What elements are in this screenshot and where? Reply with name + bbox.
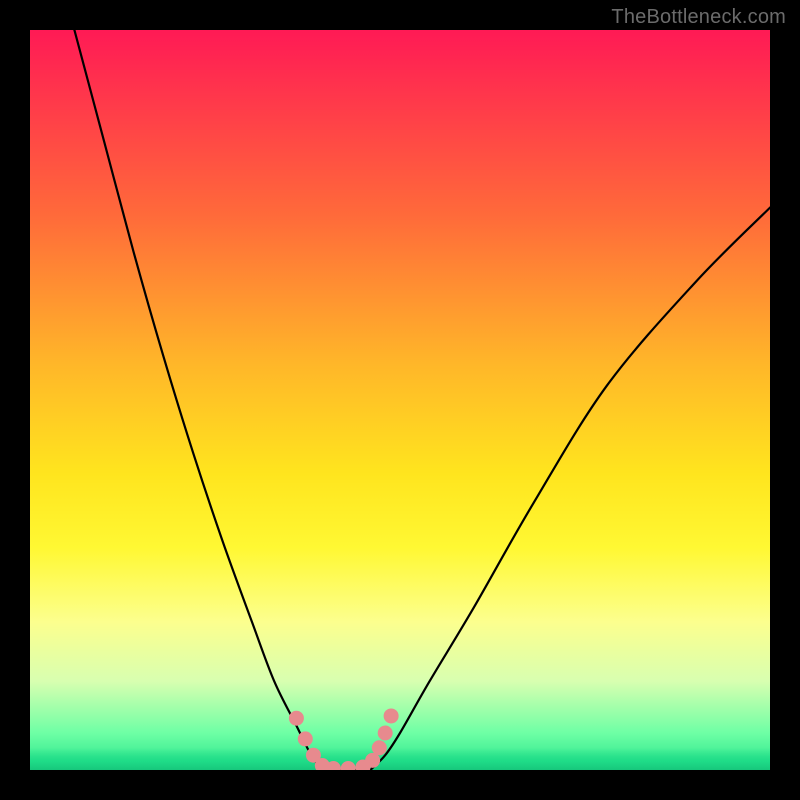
marker-point <box>289 711 304 726</box>
chart-svg <box>30 30 770 770</box>
watermark-text: TheBottleneck.com <box>611 6 786 29</box>
marker-point <box>372 740 387 755</box>
series-left-curve <box>74 30 322 770</box>
marker-point <box>341 761 356 770</box>
marker-point <box>378 726 393 741</box>
plot-area <box>30 30 770 770</box>
chart-frame: TheBottleneck.com <box>0 0 800 800</box>
marker-point <box>384 708 399 723</box>
series-right-curve <box>370 208 770 770</box>
marker-point <box>298 731 313 746</box>
series-group <box>74 30 770 770</box>
marker-group <box>289 708 399 770</box>
